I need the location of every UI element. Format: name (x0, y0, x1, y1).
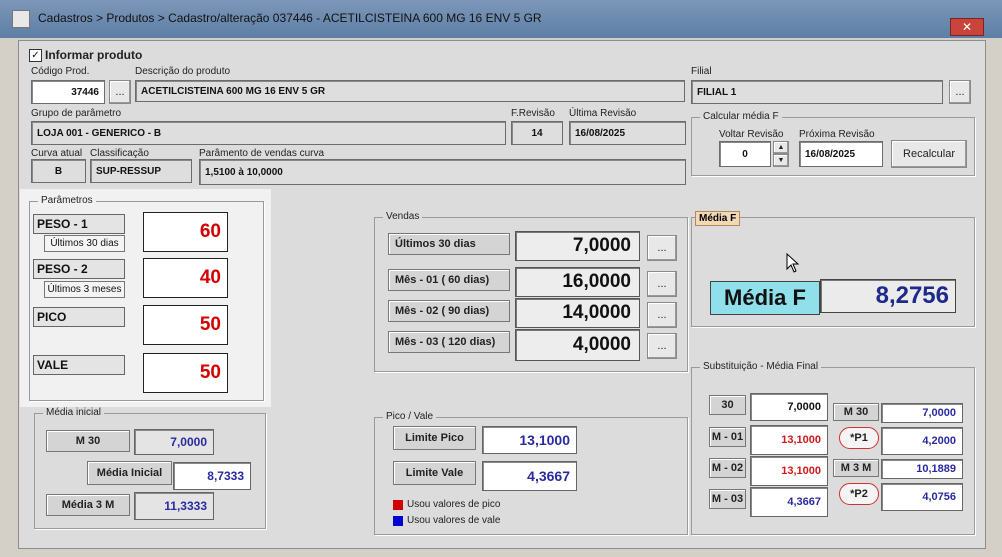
media-inicial-value: 8,7333 (173, 462, 251, 490)
media-f-value: 8,2756 (820, 279, 956, 313)
codigo-label: Código Prod. (31, 66, 90, 77)
curva-field[interactable]: B (31, 159, 86, 183)
media-f-label: Média F (710, 281, 820, 315)
vendas-row-value: 16,0000 (515, 267, 640, 297)
mi-3m-value: 11,3333 (134, 492, 214, 520)
peso1-sublabel: Últimos 30 dias (44, 235, 125, 252)
subst-left-value: 4,3667 (750, 487, 828, 517)
vendas-row-label: Mês - 03 ( 120 dias) (388, 331, 510, 353)
mouse-cursor-icon (786, 252, 800, 278)
subst-right-value: 4,2000 (881, 427, 963, 455)
limite-vale-value: 4,3667 (482, 461, 577, 491)
param-curva-label: Parâmento de vendas curva (199, 148, 325, 159)
mi-m30-value: 7,0000 (134, 429, 214, 455)
codigo-field[interactable]: 37446 (31, 80, 105, 104)
vendas-title: Vendas (383, 211, 423, 222)
vendas-row-details-button[interactable]: ... (647, 235, 677, 261)
app-icon (12, 10, 30, 28)
ultima-revisao-label: Última Revisão (569, 108, 637, 119)
descricao-label: Descrição do produto (135, 66, 231, 77)
legend-vale-label: Usou valores de vale (407, 515, 501, 526)
filial-label: Filial (691, 66, 712, 77)
vendas-row-details-button[interactable]: ... (647, 271, 677, 297)
mi-3m-label: Média 3 M (46, 494, 130, 516)
mi-m30-label: M 30 (46, 430, 130, 452)
media-f-title: Média F (695, 211, 741, 226)
vale-input[interactable]: 50 (143, 353, 228, 393)
vendas-row-value: 14,0000 (515, 298, 640, 328)
parametros-title: Parâmetros (38, 195, 96, 206)
peso2-label: PESO - 2 (33, 259, 125, 279)
spin-up-button[interactable]: ▲ (773, 141, 789, 154)
pico-input[interactable]: 50 (143, 305, 228, 345)
subst-right-value: 10,1889 (881, 459, 963, 479)
form-content: ✓ Informar produto Código Prod. 37446 ..… (18, 40, 986, 549)
legend-pico-label: Usou valores de pico (407, 499, 501, 510)
subst-left-label: M - 01 (709, 427, 746, 447)
proxima-revisao-label: Próxima Revisão (799, 129, 875, 140)
grupo-field[interactable]: LOJA 001 - GENERICO - B (31, 121, 506, 145)
recalcular-button[interactable]: Recalcular (891, 140, 967, 168)
limite-pico-value: 13,1000 (482, 426, 577, 454)
legend-vale-swatch (393, 516, 403, 526)
subst-right-label: *P1 (839, 427, 879, 449)
filial-field[interactable]: FILIAL 1 (691, 80, 943, 104)
vendas-row-value: 7,0000 (515, 231, 640, 261)
peso2-sublabel: Últimos 3 meses (44, 281, 125, 298)
subst-right-label: M 3 M (833, 459, 879, 477)
spin-down-button[interactable]: ▼ (773, 154, 789, 167)
codigo-lookup-button[interactable]: ... (109, 80, 131, 104)
informar-produto-checkbox[interactable]: ✓ (29, 49, 42, 62)
ultima-revisao-field[interactable]: 16/08/2025 (569, 121, 686, 145)
subst-left-value: 7,0000 (750, 393, 828, 421)
substituicao-title: Substituição - Média Final (700, 361, 822, 372)
title-bar: Cadastros > Produtos > Cadastro/alteraçã… (0, 0, 1002, 38)
pico-vale-title: Pico / Vale (383, 411, 437, 422)
subst-left-label: 30 (709, 395, 746, 415)
subst-left-label: M - 03 (709, 489, 746, 509)
filial-lookup-button[interactable]: ... (949, 80, 971, 104)
param-curva-field[interactable]: 1,5100 à 10,0000 (199, 159, 686, 185)
calcular-media-f-title: Calcular média F (700, 111, 782, 122)
limite-vale-label: Limite Vale (393, 461, 476, 485)
voltar-revisao-label: Voltar Revisão (719, 129, 784, 140)
peso1-input[interactable]: 60 (143, 212, 228, 252)
vendas-row-label: Mês - 01 ( 60 dias) (388, 269, 510, 291)
vendas-row-value: 4,0000 (515, 329, 640, 361)
proxima-revisao-field[interactable]: 16/08/2025 (799, 141, 883, 167)
subst-left-value: 13,1000 (750, 425, 828, 455)
descricao-field[interactable]: ACETILCISTEINA 600 MG 16 ENV 5 GR (135, 80, 685, 102)
vendas-row-label: Mês - 02 ( 90 dias) (388, 300, 510, 322)
subst-right-label: M 30 (833, 403, 879, 421)
legend-pico-swatch (393, 500, 403, 510)
subst-left-label: M - 02 (709, 458, 746, 478)
classificacao-field[interactable]: SUP-RESSUP (90, 159, 192, 183)
classificacao-label: Classificação (90, 148, 149, 159)
window-title: Cadastros > Produtos > Cadastro/alteraçã… (38, 11, 542, 25)
peso2-input[interactable]: 40 (143, 258, 228, 298)
limite-pico-label: Limite Pico (393, 426, 476, 450)
pico-label: PICO (33, 307, 125, 327)
main-window: Cadastros > Produtos > Cadastro/alteraçã… (0, 0, 1002, 557)
close-button[interactable]: ✕ (950, 18, 984, 36)
peso1-label: PESO - 1 (33, 214, 125, 234)
vendas-row-label: Últimos 30 dias (388, 233, 510, 255)
media-inicial-label: Média Inicial (87, 461, 172, 485)
vendas-row-details-button[interactable]: ... (647, 333, 677, 359)
frevisao-field[interactable]: 14 (511, 121, 563, 145)
frevisao-label: F.Revisão (511, 108, 555, 119)
grupo-label: Grupo de parâmetro (31, 108, 122, 119)
media-inicial-title: Média inicial (43, 407, 105, 418)
subst-right-value: 4,0756 (881, 483, 963, 511)
subst-right-value: 7,0000 (881, 403, 963, 423)
informar-produto-label: Informar produto (45, 48, 143, 62)
vale-label: VALE (33, 355, 125, 375)
subst-left-value: 13,1000 (750, 456, 828, 486)
subst-right-label: *P2 (839, 483, 879, 505)
parametros-panel: Parâmetros PESO - 1 Últimos 30 dias 60 P… (20, 189, 271, 407)
curva-label: Curva atual (31, 148, 83, 159)
vendas-row-details-button[interactable]: ... (647, 302, 677, 328)
voltar-revisao-field[interactable]: 0 (719, 141, 771, 167)
